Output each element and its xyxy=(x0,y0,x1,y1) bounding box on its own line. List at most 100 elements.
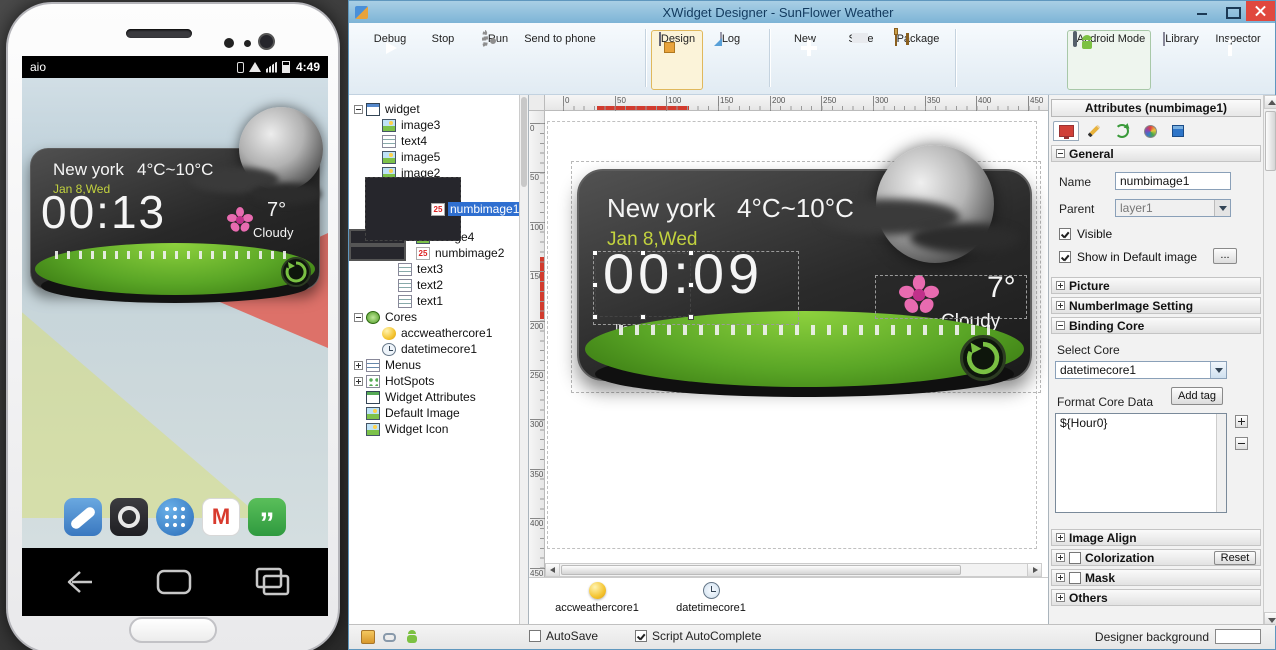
run-button[interactable]: Run xyxy=(469,30,521,90)
reset-button[interactable]: Reset xyxy=(1214,551,1256,565)
phone-weather-widget[interactable]: New york 4°C~10°C Jan 8,Wed 00:13 7° Clo… xyxy=(30,148,320,290)
script-autocomplete-checkbox[interactable] xyxy=(635,630,647,642)
send-to-phone-button[interactable]: Send to phone xyxy=(519,30,601,90)
expand-icon[interactable] xyxy=(1056,301,1065,310)
android-mode-button[interactable]: Android Mode xyxy=(1067,30,1151,90)
debug-button[interactable]: Debug xyxy=(363,30,417,90)
tree-item[interactable]: text3 xyxy=(349,261,386,277)
theme-icon[interactable] xyxy=(361,630,375,644)
browse-button[interactable]: ... xyxy=(1213,248,1237,264)
tree-item-widget-attributes[interactable]: Widget Attributes xyxy=(349,389,528,405)
colorization-checkbox[interactable] xyxy=(1069,552,1081,564)
core-item-datetime[interactable]: datetimecore1 xyxy=(661,582,761,614)
scroll-right-arrow[interactable] xyxy=(1027,564,1041,576)
scroll-thumb[interactable] xyxy=(561,565,961,575)
close-button[interactable] xyxy=(1246,1,1275,21)
canvas-weather-widget[interactable]: New york 4°C~10°C Jan 8,Wed 00:09 Loadin… xyxy=(577,169,1032,381)
name-input[interactable]: numbimage1 xyxy=(1115,172,1231,190)
titlebar[interactable]: XWidget Designer - SunFlower Weather xyxy=(349,1,1275,23)
section-mask[interactable]: Mask xyxy=(1051,569,1261,586)
design-canvas[interactable]: New york 4°C~10°C Jan 8,Wed 00:09 Loadin… xyxy=(545,111,1048,563)
save-button[interactable]: Save xyxy=(835,30,887,90)
log-button[interactable]: Log xyxy=(705,30,755,90)
show-default-checkbox[interactable] xyxy=(1059,251,1071,263)
tree-item[interactable]: datetimecore1 xyxy=(349,341,370,357)
dropdown-arrow[interactable] xyxy=(1210,362,1226,378)
section-picture[interactable]: Picture xyxy=(1051,277,1261,294)
widget-temp-range[interactable]: 4°C~10°C xyxy=(737,193,854,224)
expand-icon[interactable] xyxy=(1056,533,1065,542)
scroll-up-arrow[interactable] xyxy=(1264,95,1276,109)
refresh-icon[interactable] xyxy=(960,335,1006,381)
inspector-button[interactable]: Inspector xyxy=(1209,30,1267,90)
tree-item-widget-icon[interactable]: Widget Icon xyxy=(349,421,528,437)
home-icon[interactable] xyxy=(152,562,196,602)
expand-icon[interactable] xyxy=(1056,573,1065,582)
tab-sync[interactable] xyxy=(1109,121,1135,141)
section-numberimage[interactable]: NumberImage Setting xyxy=(1051,297,1261,314)
remove-row-button[interactable] xyxy=(1235,437,1248,450)
core-item-accweather[interactable]: accweathercore1 xyxy=(547,582,647,614)
tree-item-cores[interactable]: Cores xyxy=(349,309,528,325)
expand-icon[interactable] xyxy=(1056,553,1065,562)
tab-color[interactable] xyxy=(1137,121,1163,141)
tree-item[interactable]: accweathercore1 xyxy=(349,325,370,341)
section-general[interactable]: General xyxy=(1051,145,1261,162)
recents-icon[interactable] xyxy=(250,562,294,602)
mask-checkbox[interactable] xyxy=(1069,572,1081,584)
collapse-icon[interactable] xyxy=(354,105,363,114)
maximize-button[interactable] xyxy=(1217,1,1246,21)
tree-item[interactable]: text4 xyxy=(349,133,370,149)
collapse-icon[interactable] xyxy=(1056,321,1065,330)
tree-item[interactable]: image3 xyxy=(349,117,370,133)
library-button[interactable]: Library xyxy=(1155,30,1207,90)
tree-item-selected[interactable]: 25numbimage1 xyxy=(365,177,461,241)
section-others[interactable]: Others xyxy=(1051,589,1261,606)
expand-icon[interactable] xyxy=(354,361,363,370)
autosave-checkbox[interactable] xyxy=(529,630,541,642)
app-drawer-icon[interactable] xyxy=(156,498,194,536)
android-icon[interactable] xyxy=(407,635,417,643)
refresh-icon[interactable] xyxy=(281,257,311,287)
tree-item[interactable]: image5 xyxy=(349,149,370,165)
widget-city[interactable]: New york xyxy=(607,193,715,224)
tab-3d[interactable] xyxy=(1165,121,1191,141)
parent-dropdown[interactable]: layer1 xyxy=(1115,199,1231,217)
textarea-scrollbar[interactable] xyxy=(1216,414,1226,512)
gmail-app-icon[interactable]: M xyxy=(202,498,240,536)
section-binding-core[interactable]: Binding Core xyxy=(1051,317,1261,334)
selection-handles[interactable] xyxy=(595,253,691,317)
tab-edit[interactable] xyxy=(1081,121,1107,141)
canvas-horizontal-scrollbar[interactable] xyxy=(545,563,1042,577)
back-icon[interactable] xyxy=(56,562,98,602)
stop-button[interactable]: Stop xyxy=(417,30,469,90)
tree-item-hotspots[interactable]: HotSpots xyxy=(349,373,528,389)
tree-item-widget[interactable]: widget xyxy=(349,101,528,117)
visible-checkbox[interactable] xyxy=(1059,228,1071,240)
home-button[interactable] xyxy=(129,617,217,643)
quotes-app-icon[interactable]: ” xyxy=(248,498,286,536)
designer-background-swatch[interactable] xyxy=(1215,629,1261,644)
collapse-icon[interactable] xyxy=(1056,149,1065,158)
tree-scrollbar[interactable] xyxy=(519,95,528,626)
tree-item-menus[interactable]: Menus xyxy=(349,357,528,373)
tree-item[interactable]: text2 xyxy=(349,277,386,293)
add-tag-button[interactable]: Add tag xyxy=(1171,387,1223,405)
attributes-scrollbar[interactable] xyxy=(1263,95,1276,626)
format-core-data-textarea[interactable]: ${Hour0} xyxy=(1055,413,1227,513)
tab-display[interactable] xyxy=(1053,121,1079,141)
scroll-left-arrow[interactable] xyxy=(546,564,560,576)
section-colorization[interactable]: Colorization Reset xyxy=(1051,549,1261,566)
phone-app-icon[interactable] xyxy=(64,498,102,536)
expand-icon[interactable] xyxy=(1056,281,1065,290)
new-button[interactable]: New xyxy=(779,30,831,90)
dropdown-arrow[interactable] xyxy=(1214,200,1230,216)
section-image-align[interactable]: Image Align xyxy=(1051,529,1261,546)
expand-icon[interactable] xyxy=(354,377,363,386)
package-button[interactable]: Package xyxy=(887,30,947,90)
add-row-button[interactable] xyxy=(1235,415,1248,428)
tree-item[interactable]: 25numbimage2 xyxy=(349,245,406,261)
design-button[interactable]: Design xyxy=(651,30,703,90)
tree-item[interactable]: text1 xyxy=(349,293,386,309)
collapse-icon[interactable] xyxy=(354,313,363,322)
